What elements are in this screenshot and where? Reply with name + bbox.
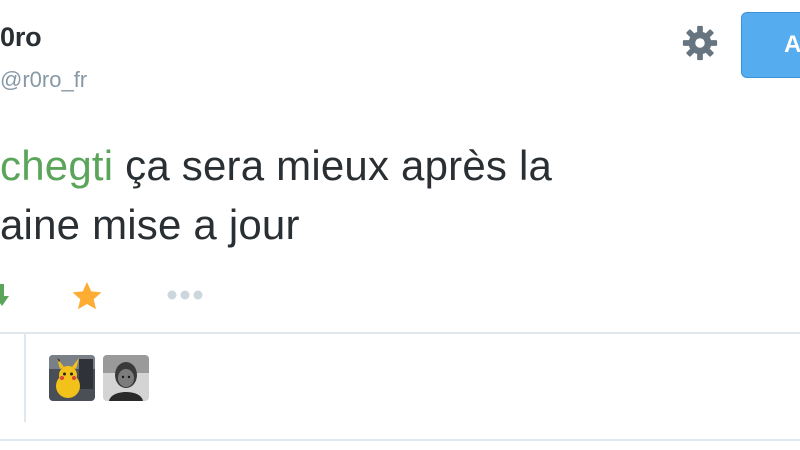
tweet-text: chegti ça sera mieux après la aine mise … (0, 136, 800, 254)
avatar[interactable] (103, 355, 149, 401)
retweet-icon[interactable] (0, 282, 10, 310)
tweet-line-2: aine mise a jour (0, 201, 300, 248)
tweet-card: 0ro @r0ro_fr A chegti ça sera mieux aprè… (0, 0, 800, 450)
user-handle[interactable]: @r0ro_fr (0, 67, 87, 93)
divider (0, 332, 800, 334)
divider (0, 439, 800, 441)
follow-button[interactable]: A (741, 12, 800, 78)
display-name[interactable]: 0ro (0, 22, 42, 53)
more-dots-icon[interactable] (165, 288, 205, 302)
tweet-line-1-text: ça sera mieux après la (113, 142, 553, 189)
divider-vertical (24, 334, 26, 422)
tweet-line-1: chegti ça sera mieux après la (0, 136, 800, 195)
mention-link[interactable]: chegti (0, 142, 113, 189)
star-icon[interactable] (71, 280, 103, 312)
tweet-actions (0, 276, 800, 316)
avatar[interactable] (49, 355, 95, 401)
gear-icon[interactable] (681, 24, 719, 62)
